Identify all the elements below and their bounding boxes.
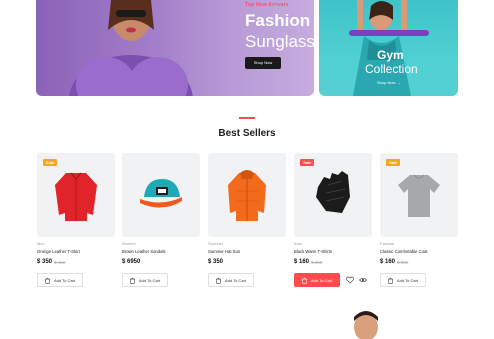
red-jacket-image bbox=[55, 172, 97, 221]
grey-tshirt-image bbox=[398, 174, 440, 217]
product-price: $ 160 bbox=[294, 259, 310, 265]
add-to-cart-label: Add To Cart bbox=[311, 278, 333, 283]
product-name[interactable]: Summer Hat Sun bbox=[208, 249, 240, 254]
add-to-cart-label: Add To Cart bbox=[54, 278, 76, 283]
section-title: Best Sellers bbox=[218, 128, 276, 139]
add-to-cart-button[interactable]: Add To Cart bbox=[122, 273, 168, 287]
product-card[interactable]: Women Brown Leather Sandals $ 6950 Add T… bbox=[122, 153, 200, 287]
product-thumbnail[interactable] bbox=[122, 153, 200, 237]
bag-icon bbox=[216, 278, 221, 285]
hero-subtitle: Sunglasses bbox=[245, 32, 314, 51]
bag-icon bbox=[45, 278, 50, 285]
hero-banner-fashion[interactable]: Top New Arrivals Fashion Sunglasses Shop… bbox=[36, 0, 314, 96]
product-price: $ 160 bbox=[380, 259, 396, 265]
product-old-price: $ 350 bbox=[311, 260, 323, 265]
bag-icon bbox=[388, 278, 393, 285]
product-card[interactable]: Sale Fashion Classic Comfortable Coat $ … bbox=[380, 153, 458, 287]
quick-view-eye-icon[interactable] bbox=[359, 276, 367, 284]
fashion-model-image bbox=[69, 0, 193, 96]
product-category: Women bbox=[122, 241, 136, 246]
wishlist-heart-icon[interactable] bbox=[346, 276, 354, 284]
bag-icon bbox=[130, 278, 135, 285]
product-category: Summer bbox=[208, 241, 224, 246]
product-category: Kids bbox=[294, 241, 302, 246]
product-card[interactable]: Sale Kids Black Warm T-Shirts $ 160 $ 35… bbox=[294, 153, 372, 287]
bag-icon bbox=[302, 278, 307, 285]
add-to-cart-label: Add To Cart bbox=[397, 278, 419, 283]
add-to-cart-button[interactable]: Add To Cart bbox=[294, 273, 340, 287]
gym-shop-link[interactable]: Shop Now → bbox=[377, 80, 401, 85]
sale-badge: Sale bbox=[43, 159, 58, 166]
product-category: Men bbox=[37, 241, 45, 246]
person-image bbox=[354, 311, 378, 339]
product-name[interactable]: Black Warm T-Shirts bbox=[294, 249, 332, 254]
orange-jacket-image bbox=[228, 170, 266, 221]
product-name[interactable]: Classic Comfortable Coat bbox=[380, 249, 427, 254]
add-to-cart-button[interactable]: Add To Cart bbox=[37, 273, 83, 287]
add-to-cart-label: Add To Cart bbox=[225, 278, 247, 283]
product-thumbnail[interactable]: Sale bbox=[37, 153, 115, 237]
product-thumbnail[interactable]: Sale bbox=[380, 153, 458, 237]
gloves-image bbox=[316, 171, 350, 213]
hero-banner-gym[interactable]: Gym Collection Shop Now → bbox=[319, 0, 458, 96]
sale-badge: Sale bbox=[386, 159, 401, 166]
product-card[interactable]: Sale Men Orange Leather T-Shirt $ 350 $ … bbox=[37, 153, 115, 287]
gym-subtitle: Collection bbox=[365, 62, 418, 76]
shop-now-button[interactable]: Shop Now bbox=[245, 57, 281, 69]
hero-eyebrow: Top New Arrivals bbox=[245, 2, 289, 8]
product-name[interactable]: Brown Leather Sandals bbox=[122, 249, 166, 254]
product-old-price: $ 350 bbox=[397, 260, 409, 265]
hero-title: Fashion bbox=[245, 11, 311, 30]
product-card[interactable]: Summer Summer Hat Sun $ 350 Add To Cart bbox=[208, 153, 286, 287]
product-price: $ 350 bbox=[208, 259, 224, 265]
product-price: $ 6950 bbox=[122, 259, 141, 265]
add-to-cart-button[interactable]: Add To Cart bbox=[380, 273, 426, 287]
add-to-cart-label: Add To Cart bbox=[139, 278, 161, 283]
product-price: $ 350 bbox=[37, 259, 53, 265]
product-thumbnail[interactable]: Sale bbox=[294, 153, 372, 237]
product-old-price: $ 450 bbox=[54, 260, 66, 265]
sale-badge: Sale bbox=[300, 159, 315, 166]
cap-image bbox=[140, 179, 182, 208]
product-name[interactable]: Orange Leather T-Shirt bbox=[37, 249, 80, 254]
section-accent-line bbox=[239, 117, 255, 119]
gym-title: Gym bbox=[377, 48, 404, 62]
product-thumbnail[interactable] bbox=[208, 153, 286, 237]
add-to-cart-button[interactable]: Add To Cart bbox=[208, 273, 254, 287]
product-category: Fashion bbox=[380, 241, 395, 246]
